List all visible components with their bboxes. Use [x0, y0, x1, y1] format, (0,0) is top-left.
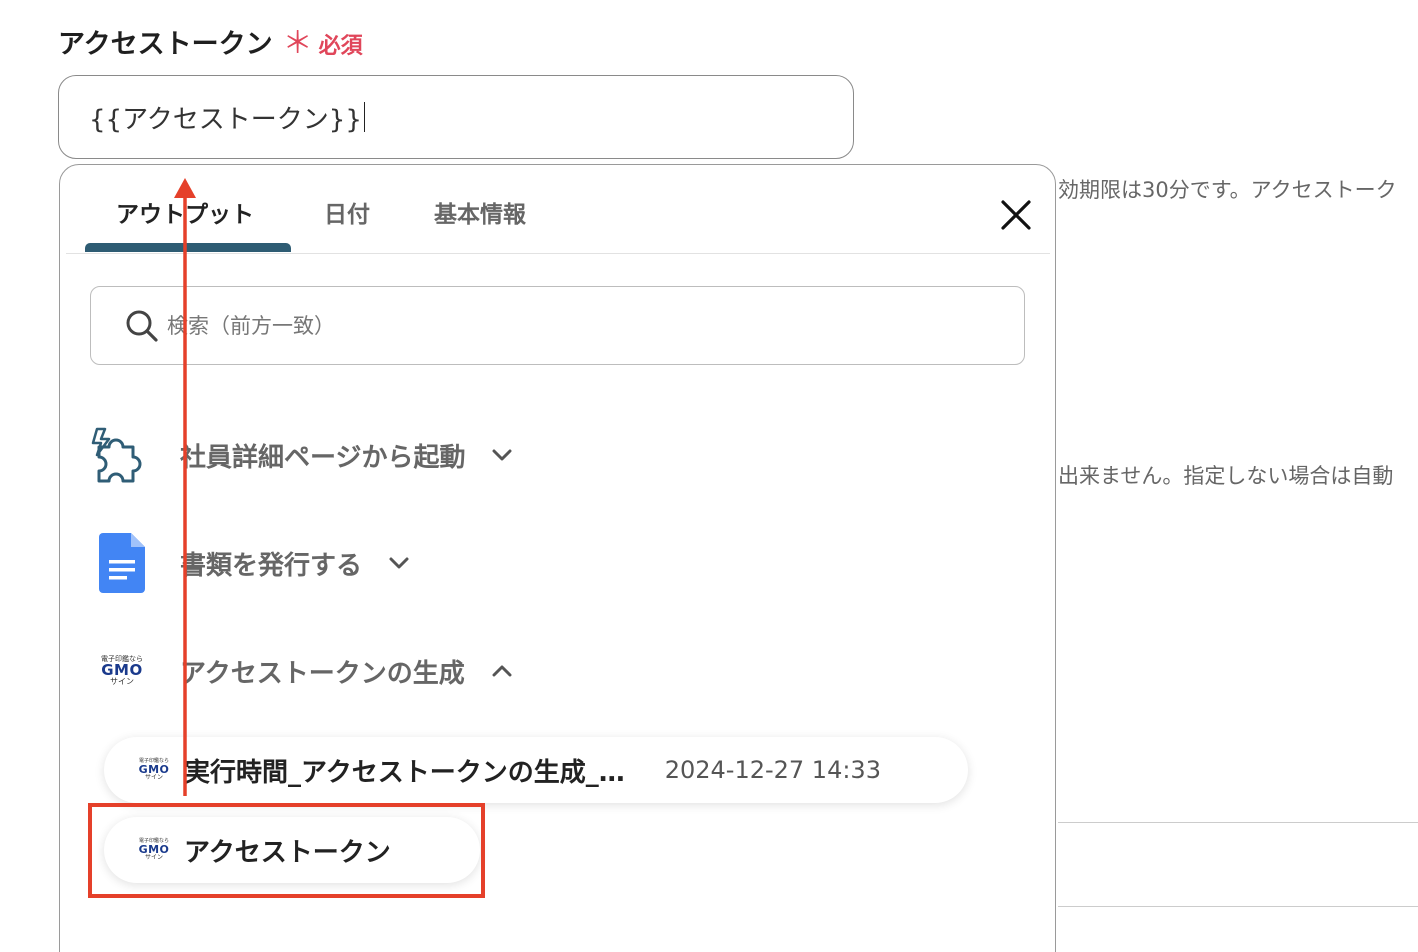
- access-token-input[interactable]: {{アクセストークン}}: [58, 75, 854, 159]
- highlight-annotation-box: [88, 803, 485, 898]
- google-docs-icon: [90, 531, 154, 595]
- tab-basic-info[interactable]: 基本情報: [434, 195, 526, 229]
- logo-bottom-text: サイン: [144, 774, 163, 781]
- search-icon: [126, 310, 158, 342]
- field-label-text: アクセストークン: [58, 29, 273, 60]
- background-help-text-1: 効期限は30分です。アクセストーク: [1058, 178, 1397, 202]
- logo-bottom-text: サイン: [110, 677, 134, 686]
- output-item-execution-time[interactable]: 電子印鑑なら GMO サイン 実行時間_アクセストークンの生成_… 2024-1…: [104, 737, 968, 803]
- puzzle-icon: [90, 423, 154, 487]
- section-label: 書類を発行する: [180, 550, 363, 581]
- section-issue-document[interactable]: 書類を発行する: [90, 528, 412, 598]
- background-divider: [1058, 822, 1418, 823]
- chevron-down-icon: [389, 557, 409, 569]
- search-box: [90, 286, 1025, 365]
- search-input[interactable]: [165, 312, 989, 339]
- chevron-up-icon: [492, 665, 512, 677]
- logo-mid-text: GMO: [101, 661, 143, 679]
- background-help-text-2: 出来ません。指定しない場合は自動: [1058, 464, 1394, 488]
- page: アクセストークン ＊ 必須 {{アクセストークン}} 効期限は30分です。アクセ…: [0, 0, 1418, 952]
- section-employee-detail-trigger[interactable]: 社員詳細ページから起動: [90, 420, 515, 490]
- tab-date[interactable]: 日付: [324, 195, 370, 229]
- field-label: アクセストークン ＊ 必須: [58, 18, 363, 62]
- background-divider: [1058, 906, 1418, 907]
- required-text: 必須: [318, 34, 363, 59]
- chevron-down-icon: [492, 449, 512, 461]
- output-item-time: 2024-12-27 14:33: [664, 756, 881, 784]
- tab-bar: アウトプット 日付 基本情報: [66, 165, 1050, 254]
- close-icon[interactable]: [996, 195, 1036, 235]
- section-label: アクセストークンの生成: [180, 658, 465, 689]
- gmo-sign-logo: 電子印鑑なら GMO サイン: [134, 759, 174, 781]
- section-generate-access-token[interactable]: 電子印鑑なら GMO サイン アクセストークンの生成: [90, 636, 515, 706]
- text-caret: [363, 102, 366, 132]
- required-star: ＊: [282, 26, 313, 61]
- output-item-name: 実行時間_アクセストークンの生成_…: [184, 757, 625, 788]
- section-label: 社員詳細ページから起動: [180, 442, 466, 473]
- gmo-sign-logo: 電子印鑑なら GMO サイン: [90, 639, 154, 703]
- access-token-value: {{アクセストークン}}: [89, 104, 362, 135]
- arrow-up-annotation-icon: [174, 178, 196, 796]
